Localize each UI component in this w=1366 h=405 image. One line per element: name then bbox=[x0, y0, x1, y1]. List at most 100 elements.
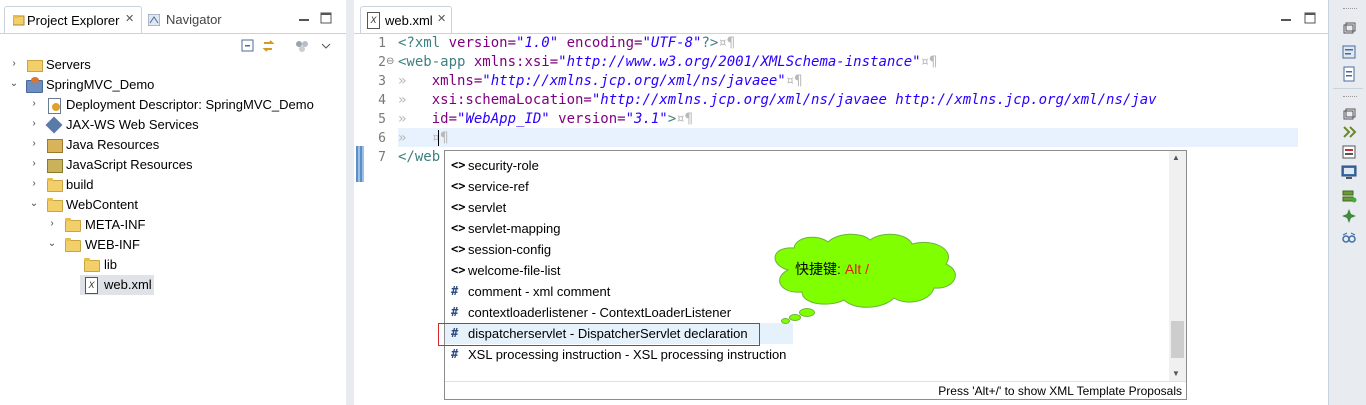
properties-icon[interactable] bbox=[1341, 144, 1357, 160]
close-icon[interactable]: ✕ bbox=[437, 12, 446, 25]
snippets-icon[interactable] bbox=[1341, 208, 1357, 224]
task-list-icon[interactable] bbox=[1341, 66, 1357, 82]
tab-marker: » bbox=[398, 73, 432, 89]
element-icon: <> bbox=[451, 179, 466, 193]
xml-file-icon bbox=[83, 277, 99, 294]
folder-icon bbox=[46, 197, 63, 213]
callout-prefix: 快捷键: bbox=[795, 261, 841, 277]
xml-tag: </web bbox=[398, 149, 441, 165]
chevron-down-icon[interactable]: ⌄ bbox=[8, 77, 20, 91]
tab-navigator[interactable]: Navigator bbox=[144, 6, 264, 34]
fold-icon[interactable]: ⊖ bbox=[386, 56, 394, 67]
proposal-item[interactable]: # XSL processing instruction - XSL proce… bbox=[445, 344, 1169, 365]
chevron-right-icon[interactable]: › bbox=[28, 117, 40, 131]
search-icon[interactable] bbox=[1341, 230, 1357, 246]
xml-attribute: version= bbox=[440, 35, 517, 51]
proposal-label: security-role bbox=[468, 158, 539, 173]
text-caret bbox=[438, 130, 439, 146]
element-icon: <> bbox=[451, 221, 466, 235]
scrollbar-thumb[interactable] bbox=[1171, 321, 1184, 358]
proposal-label: service-ref bbox=[468, 179, 529, 194]
code-line-6[interactable]: » ¤¶ bbox=[398, 129, 449, 148]
chevron-right-icon[interactable]: › bbox=[46, 217, 58, 231]
code-line-4[interactable]: » xsi:schemaLocation="http://xmlns.jcp.o… bbox=[398, 91, 1300, 110]
tree-item-servers[interactable]: › Servers bbox=[0, 55, 340, 75]
chevron-right-icon[interactable]: › bbox=[8, 57, 20, 71]
java-resources-icon bbox=[46, 137, 63, 153]
cloud-tail-dot bbox=[799, 308, 815, 317]
tab-project-explorer[interactable]: Project Explorer ✕ bbox=[4, 6, 142, 34]
markers-icon[interactable] bbox=[1341, 124, 1357, 140]
code-line-5[interactable]: » id="WebApp_ID" version="3.1">¤¶ bbox=[398, 110, 693, 129]
editor-vertical-scrollbar[interactable] bbox=[1300, 34, 1316, 405]
trim-grip[interactable] bbox=[1343, 8, 1357, 10]
tree-item-web-inf[interactable]: ⌄ WEB-INF bbox=[0, 235, 340, 255]
divider bbox=[0, 33, 346, 34]
tree-item-lib[interactable]: lib bbox=[0, 255, 340, 275]
chevron-down-icon[interactable] bbox=[318, 38, 334, 54]
chevron-right-icon[interactable]: › bbox=[28, 97, 40, 111]
code-line-2[interactable]: <web-app xmlns:xsi="http://www.w3.org/20… bbox=[398, 53, 937, 72]
chevron-down-icon[interactable]: ⌄ bbox=[46, 237, 58, 251]
collapse-all-icon[interactable] bbox=[240, 38, 256, 54]
scroll-down-arrow[interactable]: ▼ bbox=[1172, 369, 1180, 378]
proposal-status-bar: Press 'Alt+/' to show XML Template Propo… bbox=[445, 381, 1186, 399]
annotation-ruler bbox=[354, 34, 366, 405]
whitespace-marker: ¤¶ bbox=[676, 111, 694, 127]
xml-attribute: version= bbox=[549, 111, 626, 127]
proposal-item[interactable]: <> security-role bbox=[445, 155, 1169, 176]
code-line-3[interactable]: » xmlns="http://xmlns.jcp.org/xml/ns/jav… bbox=[398, 72, 803, 91]
whitespace-marker: ¤¶ bbox=[718, 35, 736, 51]
tab-label: web.xml bbox=[385, 13, 433, 28]
element-icon: <> bbox=[451, 263, 466, 277]
tree-item-jaxws[interactable]: › JAX-WS Web Services bbox=[0, 115, 340, 135]
tree-item-project[interactable]: ⌄ SpringMVC_Demo bbox=[0, 75, 340, 95]
servers-icon[interactable] bbox=[1341, 188, 1357, 204]
tree-item-webcontent[interactable]: ⌄ WebContent bbox=[0, 195, 340, 215]
tree-item-deployment-descriptor[interactable]: › Deployment Descriptor: SpringMVC_Demo bbox=[0, 95, 340, 115]
element-icon: <> bbox=[451, 158, 466, 172]
status-text: Press 'Alt+/' to show XML Template Propo… bbox=[938, 384, 1182, 398]
template-icon: # bbox=[451, 347, 459, 361]
close-icon[interactable]: ✕ bbox=[125, 12, 134, 25]
change-marker bbox=[356, 146, 364, 182]
trim-grip[interactable] bbox=[1343, 96, 1357, 98]
minimize-icon[interactable] bbox=[1280, 14, 1292, 26]
console-icon[interactable] bbox=[1341, 164, 1357, 180]
tab-web-xml[interactable]: web.xml ✕ bbox=[360, 6, 452, 34]
tree-item-label: META-INF bbox=[85, 217, 146, 232]
navigator-icon bbox=[148, 14, 160, 26]
xml-value: "1.0" bbox=[516, 35, 559, 51]
xml-value: "WebApp_ID" bbox=[457, 111, 550, 127]
outline-icon[interactable] bbox=[1341, 44, 1357, 60]
maximize-icon[interactable] bbox=[1304, 12, 1316, 24]
cloud-tail-dot bbox=[781, 318, 790, 324]
tree-item-meta-inf[interactable]: › META-INF bbox=[0, 215, 340, 235]
tree-item-build[interactable]: › build bbox=[0, 175, 340, 195]
proposal-item[interactable]: <> service-ref bbox=[445, 176, 1169, 197]
xml-value: "UTF-8" bbox=[642, 35, 702, 51]
chevron-right-icon[interactable]: › bbox=[28, 137, 40, 151]
tree-item-javascript-resources[interactable]: › JavaScript Resources bbox=[0, 155, 340, 175]
chevron-right-icon[interactable]: › bbox=[28, 157, 40, 171]
tree-item-web-xml[interactable]: web.xml bbox=[80, 275, 154, 295]
line-number: 1 bbox=[378, 36, 386, 51]
chevron-down-icon[interactable]: ⌄ bbox=[28, 197, 40, 211]
view-menu-icon[interactable] bbox=[294, 38, 310, 54]
minimize-icon[interactable] bbox=[298, 14, 310, 26]
restore-icon[interactable] bbox=[1341, 20, 1357, 36]
element-icon: <> bbox=[451, 200, 466, 214]
code-line-1[interactable]: <?xml version="1.0" encoding="UTF-8"?>¤¶ bbox=[398, 34, 735, 53]
tab-marker: » bbox=[398, 92, 432, 108]
restore-icon[interactable] bbox=[1341, 106, 1357, 122]
link-with-editor-icon[interactable] bbox=[262, 38, 278, 54]
maximize-icon[interactable] bbox=[320, 12, 332, 24]
sash[interactable] bbox=[346, 0, 354, 405]
scroll-up-arrow[interactable]: ▲ bbox=[1172, 153, 1180, 162]
whitespace-marker: ¤¶ bbox=[920, 54, 938, 70]
tree-item-java-resources[interactable]: › Java Resources bbox=[0, 135, 340, 155]
whitespace-marker: ¤¶ bbox=[431, 130, 449, 146]
proposal-item[interactable]: <> servlet bbox=[445, 197, 1169, 218]
code-line-7[interactable]: </web bbox=[398, 148, 440, 167]
chevron-right-icon[interactable]: › bbox=[28, 177, 40, 191]
